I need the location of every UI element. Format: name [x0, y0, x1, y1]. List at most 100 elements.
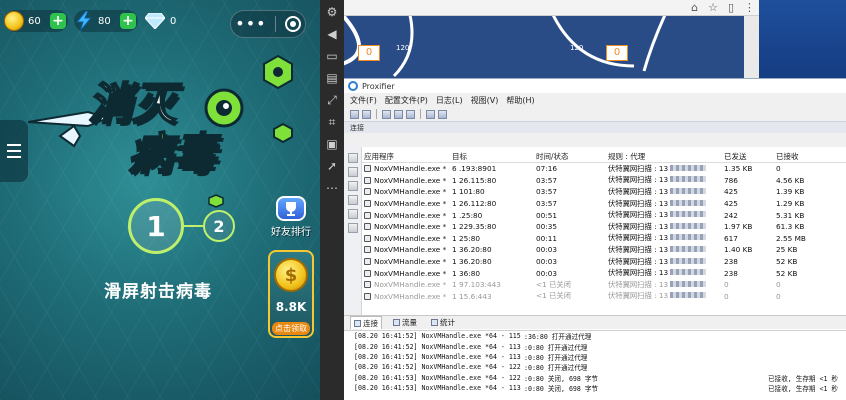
app-cell-text: NoxVMHandle.exe * [374, 175, 447, 185]
app-cell-text: NoxVMHandle.exe * [374, 257, 447, 267]
column-header[interactable]: 目标 [452, 151, 536, 162]
table-row[interactable]: NoxVMHandle.exe * 1 .25:80 00:51 伏特翼网扫描 : 1… [362, 209, 846, 221]
column-header[interactable]: 时间/状态 [536, 151, 608, 162]
keymap-icon[interactable]: ⌗ [325, 114, 339, 130]
sent-cell: 617 [724, 234, 776, 243]
home-icon[interactable]: ⌂ [691, 1, 698, 14]
game-logo: 消灭 病毒 [28, 68, 268, 181]
tab-connections[interactable]: 连接 [350, 316, 382, 329]
next-level-badge: 2 [203, 210, 235, 242]
table-row[interactable]: NoxVMHandle.exe * 1 101:80 03:57 伏特翼网扫描 : 1… [362, 186, 846, 198]
app-cell-text: NoxVMHandle.exe * [374, 222, 447, 232]
column-header[interactable]: 应用程序 [362, 151, 452, 162]
target-cell: 1 15.6:443 [452, 292, 536, 301]
table-row[interactable]: NoxVMHandle.exe * 1 26.112:80 03:57 伏特翼网扫描 … [362, 198, 846, 210]
rule-cell-text: 伏特翼网扫描 : 13 [608, 221, 669, 231]
received-cell-text: 61.3 KB [776, 222, 805, 232]
table-row[interactable]: NoxVMHandle.exe * 6 .193:8901 07:16 伏特翼网扫描 … [362, 163, 846, 175]
proxifier-titlebar: Proxifier [344, 79, 846, 93]
settings-icon[interactable]: ⚙ [325, 4, 339, 20]
record-icon[interactable]: ▣ [325, 136, 339, 152]
target-cell-text: 1 15.6:443 [452, 291, 492, 301]
tab-traffic[interactable]: 流量 [390, 317, 420, 328]
pane-tool-icon[interactable] [347, 153, 358, 163]
sent-cell: 786 [724, 176, 776, 185]
log-mid-text: :0:80 关闭, 698 字节 [524, 385, 599, 394]
column-header[interactable]: 已发送 [724, 151, 776, 162]
rule-cell-text: 伏特翼网扫描 : 13 [608, 268, 669, 278]
open-icon[interactable] [350, 109, 359, 119]
game-screen[interactable]: 60 + 80 + 0 ••• 消灭 病毒 1 2 滑屏射击病毒 好友排行 $ … [0, 0, 320, 400]
pane-tool-icon[interactable] [347, 209, 358, 219]
table-row[interactable]: NoxVMHandle.exe * 1 36.20:80 00:03 伏特翼网扫描 :… [362, 244, 846, 256]
current-level-badge: 1 [128, 198, 184, 254]
log-entry: [08.20 16:41:53] NoxVMHandle.exe *64 - 1… [344, 383, 846, 393]
save-icon[interactable] [362, 109, 371, 119]
menu-view[interactable]: 视图(V) [471, 95, 499, 106]
sent-cell: 1.40 KB [724, 245, 776, 254]
rules-icon[interactable] [394, 109, 403, 119]
screen-icon[interactable]: ▭ [325, 48, 339, 64]
pane-tool-icon[interactable] [347, 167, 358, 177]
connections-tab-icon [354, 319, 361, 327]
menu-icon[interactable]: ⋮ [744, 1, 755, 14]
rule-cell: 伏特翼网扫描 : 13 [608, 199, 724, 209]
app-icon [364, 246, 371, 254]
advanced-icon[interactable] [426, 109, 435, 119]
rule-cell: 伏特翼网扫描 : 13 [608, 257, 724, 267]
pane-tool-icon[interactable] [347, 223, 358, 233]
pane-tool-icon[interactable] [347, 195, 358, 205]
capsule-divider [275, 16, 277, 32]
browser-scrollbar[interactable] [744, 16, 759, 78]
side-menu-button[interactable] [0, 120, 28, 182]
proxifier-window: Proxifier 文件(F) 配置文件(P) 日志(L) 视图(V) 帮助(H… [344, 78, 846, 400]
table-row[interactable]: NoxVMHandle.exe * 1 26.115:80 03:57 伏特翼网扫描 … [362, 175, 846, 187]
rule-cell-text: 伏特翼网扫描 : 13 [608, 175, 669, 185]
gauge-value-box: 0 [358, 45, 380, 61]
redacted-proxy-address [670, 269, 707, 276]
menu-profile[interactable]: 配置文件(P) [385, 95, 428, 106]
received-cell-text: 0 [776, 164, 781, 174]
more-icon[interactable]: ⋯ [325, 180, 339, 196]
column-header[interactable]: 规则 : 代理 [608, 151, 724, 162]
log-list: [08.20 16:41:52] NoxVMHandle.exe *64 - 1… [344, 331, 846, 393]
proxy-servers-icon[interactable] [382, 109, 391, 119]
friend-rank-button[interactable]: 好友排行 [268, 196, 314, 238]
close-miniprogram-button[interactable] [284, 16, 301, 32]
bookmark-icon[interactable]: ☆ [708, 1, 718, 14]
document-icon[interactable]: ▯ [728, 1, 734, 14]
keyboard-icon[interactable]: ▤ [325, 70, 339, 86]
claim-reward-button[interactable]: 点击领取 [272, 322, 310, 335]
add-coins-button[interactable]: + [50, 13, 66, 29]
sent-cell-text: 1.40 KB [724, 245, 753, 255]
sent-cell-text: 238 [724, 268, 738, 278]
received-cell: 0 [776, 292, 846, 301]
fullscreen-icon[interactable]: ⤢ [325, 92, 339, 108]
log-left-text: [08.20 16:41:52] NoxVMHandle.exe *64 - 1… [354, 352, 521, 361]
add-energy-button[interactable]: + [120, 13, 136, 29]
dns-icon[interactable] [406, 109, 415, 119]
rocket-icon[interactable]: ➚ [325, 158, 339, 174]
target-cell-text: 1 36:80 [452, 268, 480, 278]
table-row[interactable]: NoxVMHandle.exe * 1 36:80 00:03 伏特翼网扫描 : 13… [362, 267, 846, 279]
help-icon[interactable] [438, 109, 447, 119]
menu-help[interactable]: 帮助(H) [506, 95, 534, 106]
more-options-button[interactable]: ••• [235, 16, 266, 32]
menu-log[interactable]: 日志(L) [436, 95, 463, 106]
redacted-proxy-address [670, 176, 707, 183]
table-row[interactable]: NoxVMHandle.exe * 1 97.103:443 <1 已关闭 伏特翼网扫… [362, 279, 846, 291]
menu-file[interactable]: 文件(F) [350, 95, 377, 106]
tab-statistics[interactable]: 统计 [428, 317, 458, 328]
app-icon [364, 176, 371, 184]
column-header[interactable]: 已接收 [776, 151, 846, 162]
table-row[interactable]: NoxVMHandle.exe * 1 15.6:443 <1 已关闭 伏特翼网扫描 … [362, 291, 846, 303]
table-header: 应用程序 目标 时间/状态 规则 : 代理 已发送 已接收 [362, 151, 846, 163]
received-cell-text: 0 [776, 280, 781, 290]
speaker-icon[interactable]: ◀ [325, 26, 339, 42]
coin-reward-card[interactable]: $ 8.8K 点击领取 [268, 250, 314, 338]
pane-tool-icon[interactable] [347, 181, 358, 191]
table-row[interactable]: NoxVMHandle.exe * 1 25:80 00:11 伏特翼网扫描 : 13… [362, 233, 846, 245]
table-row[interactable]: NoxVMHandle.exe * 1 36.20:80 00:03 伏特翼网扫描 :… [362, 256, 846, 268]
table-row[interactable]: NoxVMHandle.exe * 1 229.35:80 00:35 伏特翼网扫描 … [362, 221, 846, 233]
target-cell-text: 1 36.20:80 [452, 245, 492, 255]
